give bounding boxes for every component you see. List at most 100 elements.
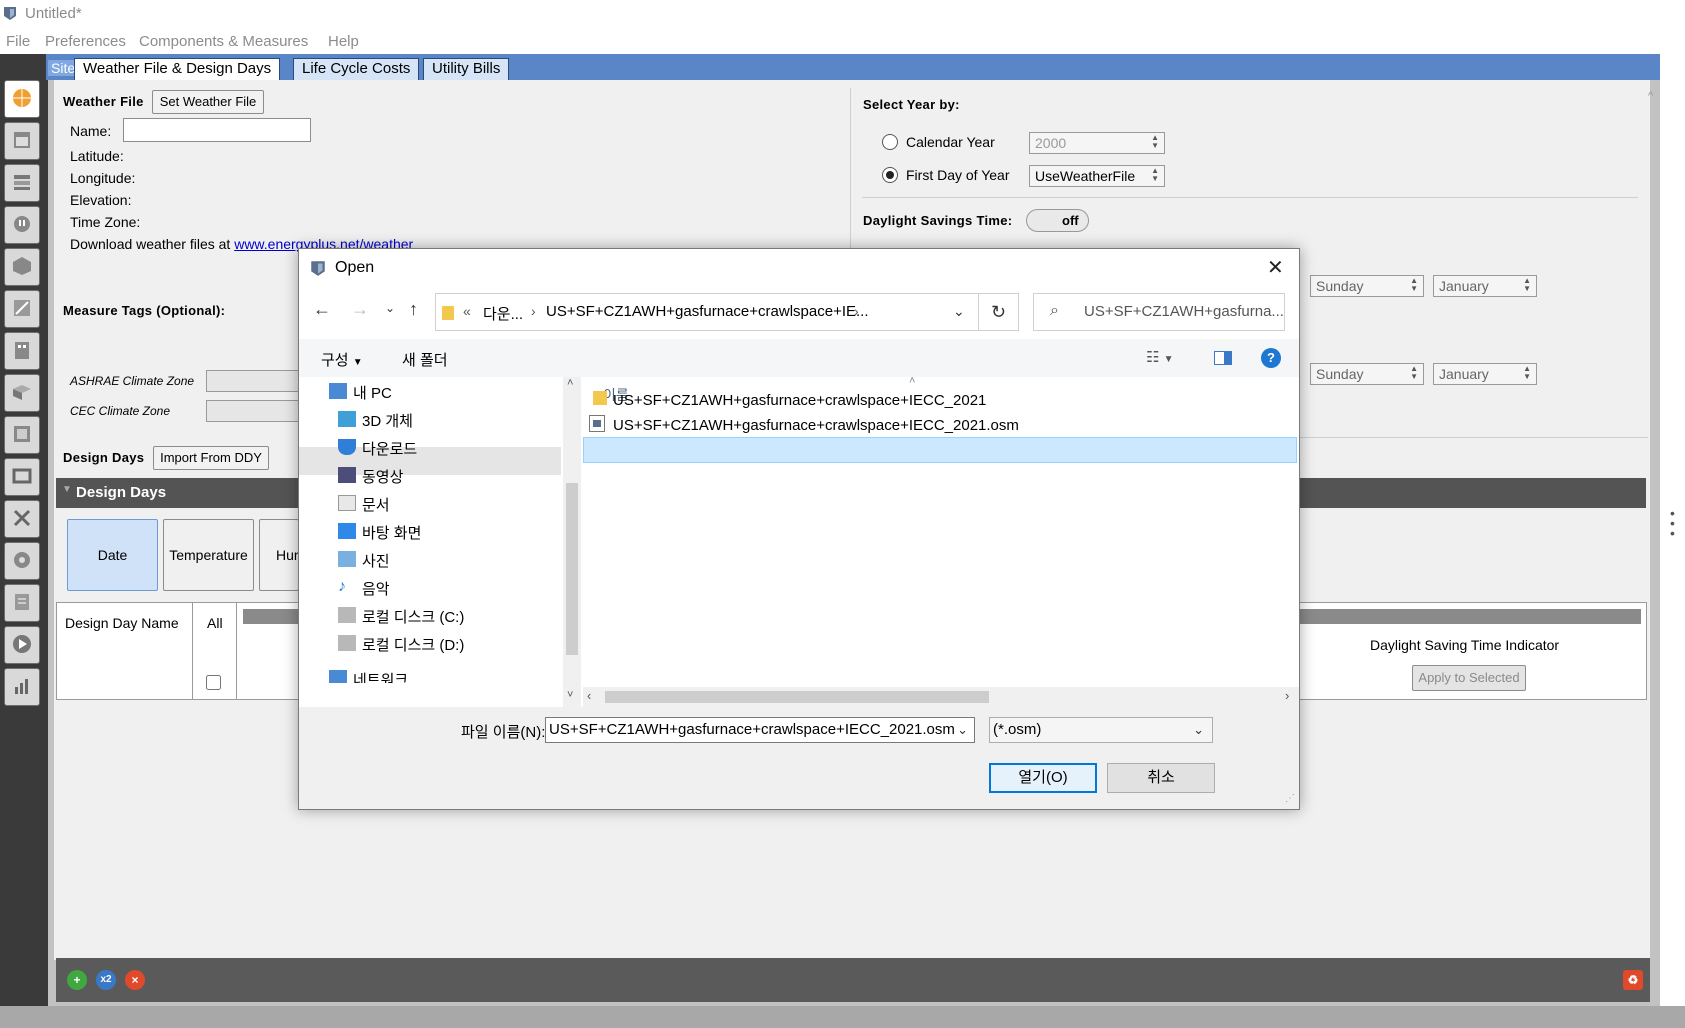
tab-utility-bills[interactable]: Utility Bills: [423, 58, 510, 80]
first-day-of-year-radio[interactable]: [882, 167, 898, 183]
forward-arrow-icon[interactable]: →: [351, 299, 369, 320]
view-options-icon[interactable]: ☷ ▼: [1146, 348, 1174, 366]
nav-item-network[interactable]: 네트워크: [329, 669, 408, 683]
apply-to-selected-button[interactable]: Apply to Selected: [1412, 665, 1526, 691]
preview-pane-icon[interactable]: [1214, 351, 1232, 365]
more-options-icon[interactable]: • • •: [1670, 506, 1675, 540]
ashrae-climate-zone-combo[interactable]: [206, 370, 306, 392]
nav-item-videos[interactable]: 동영상: [338, 466, 403, 487]
cancel-button[interactable]: 취소: [1107, 763, 1215, 793]
filename-input[interactable]: US+SF+CZ1AWH+gasfurnace+crawlspace+IECC_…: [545, 717, 975, 743]
select-all-checkbox[interactable]: [206, 675, 221, 690]
copy-icon[interactable]: x2: [96, 970, 116, 990]
import-from-ddy-button[interactable]: Import From DDY: [153, 446, 269, 470]
space-types-tool-button[interactable]: [4, 248, 40, 286]
design-days-tab-humidity[interactable]: Hur: [259, 519, 299, 591]
scroll-up-icon[interactable]: ˄: [567, 377, 573, 389]
filetype-select[interactable]: (*.osm) ⌄: [989, 717, 1213, 743]
run-tool-button[interactable]: [4, 626, 40, 664]
new-folder-button[interactable]: 새 폴더: [402, 349, 448, 370]
nav-scrollbar-thumb[interactable]: [566, 483, 578, 655]
dst-toggle[interactable]: off: [1026, 209, 1089, 232]
nav-item-3d-objects[interactable]: 3D 개체: [338, 410, 413, 431]
geometry-tool-button[interactable]: [4, 290, 40, 328]
breadcrumb-downloads[interactable]: 다운...: [483, 303, 523, 324]
file-item-osm[interactable]: US+SF+CZ1AWH+gasfurnace+crawlspace+IECC_…: [613, 417, 1019, 434]
facility-tool-button[interactable]: [4, 332, 40, 370]
outputs-tool-button[interactable]: [4, 500, 40, 538]
calendar-year-combo[interactable]: 2000 ▲ ▼: [1029, 132, 1165, 154]
dst-start-month-combo[interactable]: January ▲ ▼: [1433, 275, 1537, 297]
design-days-tab-temperature[interactable]: Temperature: [163, 519, 254, 591]
remove-icon[interactable]: ×: [125, 970, 145, 990]
nav-item-local-disk-d[interactable]: 로컬 디스크 (D:): [338, 634, 464, 655]
nav-item-this-pc[interactable]: 내 PC: [329, 382, 392, 403]
site-tool-button[interactable]: [4, 80, 40, 118]
calendar-year-value: 2000: [1035, 135, 1067, 151]
scroll-down-icon[interactable]: ˅: [567, 689, 573, 701]
nav-item-pictures[interactable]: 사진: [338, 550, 390, 571]
loads-tool-button[interactable]: [4, 206, 40, 244]
add-icon[interactable]: +: [67, 970, 87, 990]
folder-icon: [442, 306, 454, 320]
weather-name-input[interactable]: [123, 118, 311, 142]
organize-menu[interactable]: 구성 ▼: [321, 349, 363, 370]
cec-climate-zone-combo[interactable]: [206, 400, 306, 422]
nav-item-music[interactable]: ♪ 음악: [338, 578, 390, 599]
nav-item-local-disk-c[interactable]: 로컬 디스크 (C:): [338, 606, 464, 627]
schedules-tool-button[interactable]: [4, 122, 40, 160]
thermal-zones-tool-button[interactable]: [4, 416, 40, 454]
scroll-up-icon[interactable]: ^: [1648, 90, 1653, 102]
results-tool-button[interactable]: [4, 668, 40, 706]
refresh-icon[interactable]: ↻: [979, 293, 1019, 331]
globe-icon: [13, 89, 31, 107]
menu-file[interactable]: File: [6, 33, 30, 50]
breadcrumb-folder[interactable]: US+SF+CZ1AWH+gasfurnace+crawlspace+IE...: [546, 303, 869, 320]
scroll-right-icon[interactable]: ›: [1285, 688, 1289, 703]
recent-locations-chevron-icon[interactable]: ⌄: [385, 301, 395, 315]
file-item-folder[interactable]: US+SF+CZ1AWH+gasfurnace+crawlspace+IECC_…: [613, 392, 986, 409]
nav-item-documents[interactable]: 문서: [338, 494, 390, 515]
tab-life-cycle-costs[interactable]: Life Cycle Costs: [293, 58, 420, 80]
design-days-tab-date[interactable]: Date: [67, 519, 158, 591]
menu-preferences[interactable]: Preferences: [45, 33, 126, 50]
bottom-action-bar: + x2 × ♻: [56, 958, 1650, 1002]
up-arrow-icon[interactable]: ↑: [409, 299, 418, 320]
first-day-of-year-combo[interactable]: UseWeatherFile ▲ ▼: [1029, 165, 1165, 187]
menu-help[interactable]: Help: [328, 33, 359, 50]
hvac-tool-button[interactable]: [4, 458, 40, 496]
filename-value: US+SF+CZ1AWH+gasfurnace+crawlspace+IECC_…: [549, 721, 955, 738]
measures-tool-button[interactable]: [4, 584, 40, 622]
breadcrumb-chevron-icon: ›: [531, 303, 536, 319]
back-arrow-icon[interactable]: ←: [313, 299, 331, 320]
spaces-tool-button[interactable]: [4, 374, 40, 412]
tab-weather-design-days[interactable]: Weather File & Design Days: [74, 58, 281, 80]
scroll-left-icon[interactable]: ‹: [587, 688, 591, 703]
filename-dropdown-icon[interactable]: ⌄: [957, 718, 968, 742]
nav-item-desktop[interactable]: 바탕 화면: [338, 522, 421, 543]
dst-end-month-combo[interactable]: January ▲ ▼: [1433, 363, 1537, 385]
calendar-year-radio[interactable]: [882, 134, 898, 150]
dst-start-day-combo[interactable]: Sunday ▲ ▼: [1310, 275, 1424, 297]
search-field[interactable]: ⌕ US+SF+CZ1AWH+gasfurna...: [1033, 293, 1285, 331]
set-weather-file-button[interactable]: Set Weather File: [152, 90, 264, 114]
sim-settings-tool-button[interactable]: [4, 542, 40, 580]
collapse-triangle-icon[interactable]: ▼: [62, 484, 72, 495]
nav-item-downloads[interactable]: 다운로드: [338, 438, 417, 459]
spin-arrows-icon: ▲ ▼: [1523, 364, 1531, 381]
purge-icon[interactable]: ♻: [1623, 970, 1643, 990]
folder-icon: [593, 391, 607, 405]
dst-end-day-combo[interactable]: Sunday ▲ ▼: [1310, 363, 1424, 385]
open-button[interactable]: 열기(O): [989, 763, 1097, 793]
menu-components-measures[interactable]: Components & Measures: [139, 33, 308, 50]
close-icon[interactable]: ✕: [1267, 255, 1284, 280]
resize-grip-icon[interactable]: ⋰: [1285, 793, 1295, 804]
constructions-tool-button[interactable]: [4, 164, 40, 202]
help-icon[interactable]: ?: [1261, 348, 1281, 368]
breadcrumb-chevron-icon: ›: [854, 303, 859, 319]
address-dropdown-icon[interactable]: ⌄: [953, 303, 965, 320]
drive-icon: [338, 607, 356, 623]
address-bar[interactable]: « 다운... › US+SF+CZ1AWH+gasfurnace+crawls…: [435, 293, 979, 331]
file-list-hscroll-thumb[interactable]: [605, 691, 989, 703]
breadcrumb-overflow[interactable]: «: [463, 303, 471, 319]
